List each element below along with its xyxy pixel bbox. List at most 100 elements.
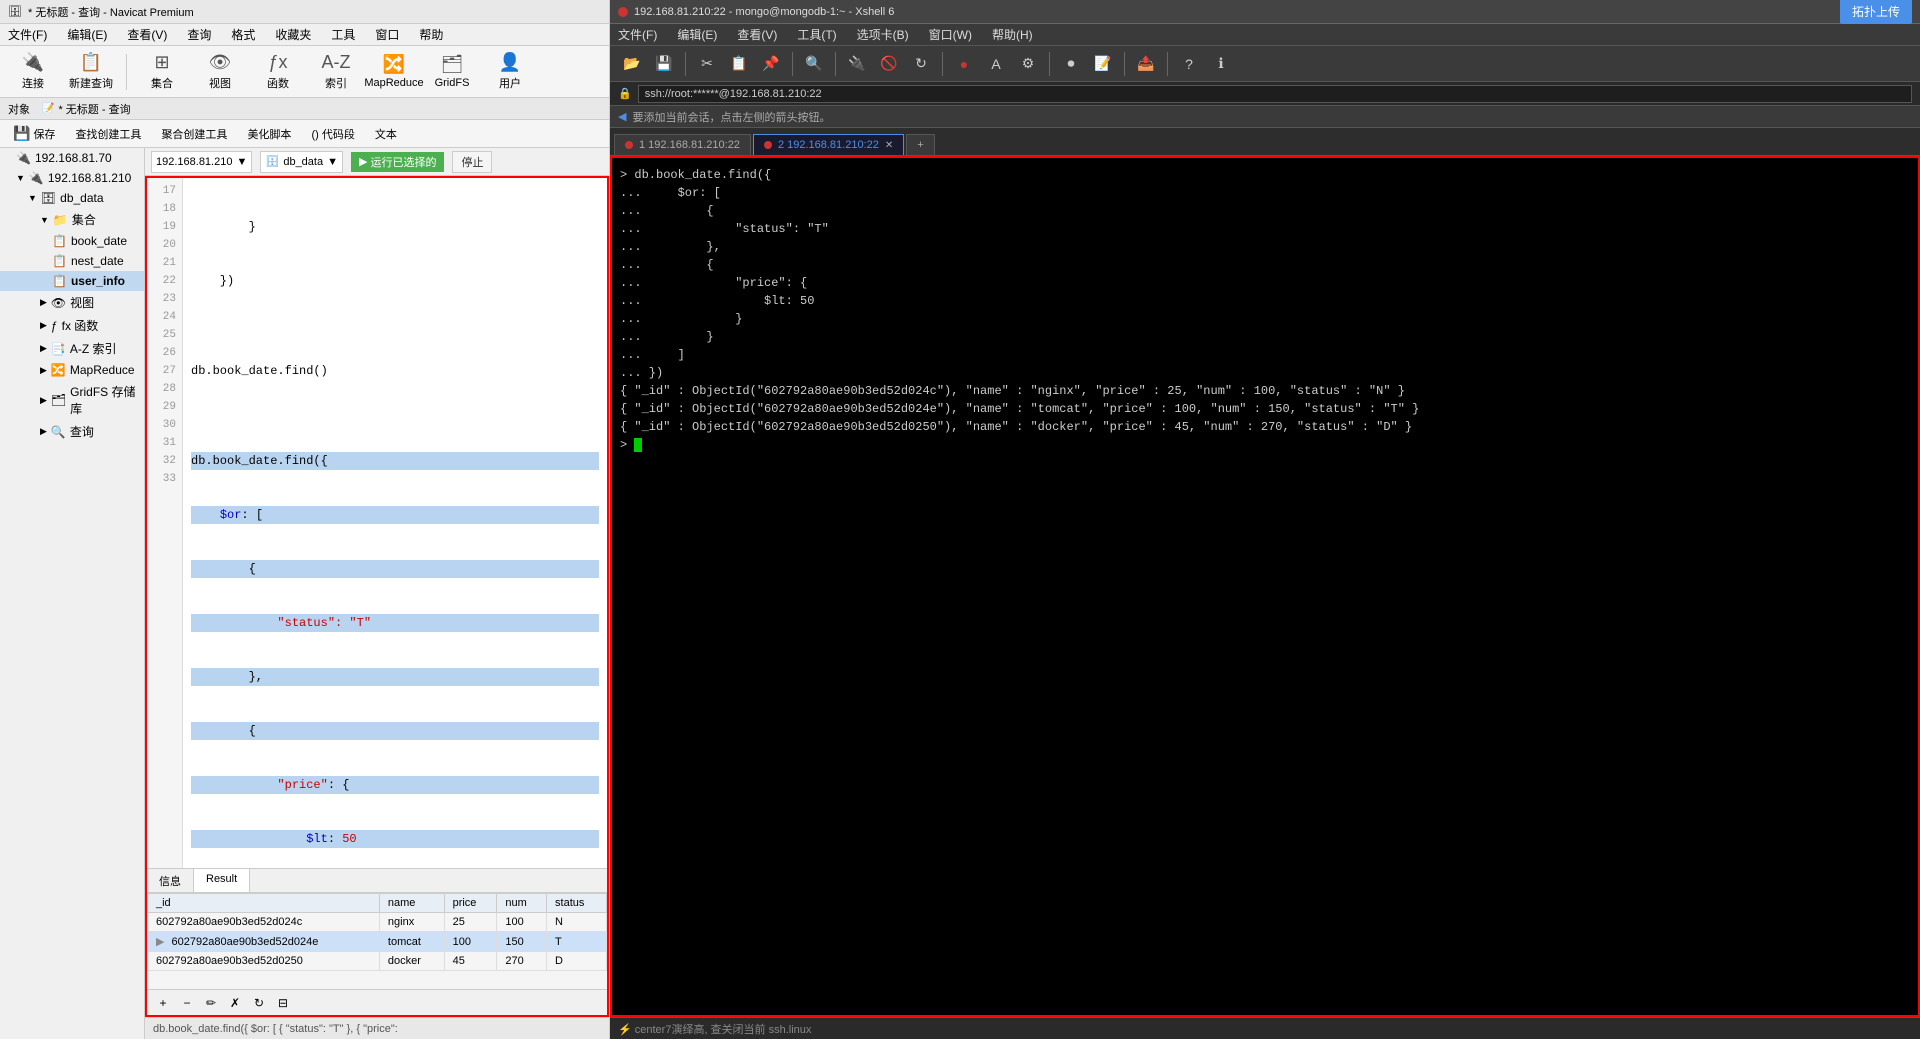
sidebar-item-6[interactable]: 📋 user_info (0, 271, 144, 291)
cell-num-0: 100 (497, 913, 547, 932)
menu-window[interactable]: 窗口 (371, 24, 403, 45)
xshell-tab-1[interactable]: 2 192.168.81.210:22 ✕ (753, 134, 904, 155)
toolbar-gridfs-btn[interactable]: 🗂 GridFS (427, 50, 477, 94)
table-row[interactable]: ▶ 602792a80ae90b3ed52d024e tomcat 100 15… (148, 932, 607, 952)
xshell-disconnect-btn[interactable]: 🚫 (875, 50, 903, 78)
table-row[interactable]: 602792a80ae90b3ed52d0250 docker 45 270 D (148, 952, 607, 971)
sidebar-item-2[interactable]: ▼ 🗄 db_data (0, 188, 144, 208)
xshell-menu-window[interactable]: 窗口(W) (925, 24, 976, 45)
terminal-line: { "_id" : ObjectId("602792a80ae90b3ed52d… (620, 382, 1910, 400)
text-btn[interactable]: 文本 (368, 123, 404, 145)
xshell-terminal[interactable]: > db.book_date.find({... $or: [... {... … (610, 156, 1920, 1017)
stop-button[interactable]: 停止 (452, 151, 492, 173)
xshell-info-btn[interactable]: ℹ (1207, 50, 1235, 78)
menu-tools[interactable]: 工具 (327, 24, 359, 45)
toolbar-view-btn[interactable]: 👁 视图 (195, 50, 245, 94)
code-btn[interactable]: () 代码段 (304, 123, 361, 145)
discard-btn[interactable]: ✗ (225, 993, 245, 1013)
columns-btn[interactable]: ⊟ (273, 993, 293, 1013)
notice-arrow-icon: ◀ (618, 110, 626, 123)
beautify-btn[interactable]: 美化脚本 (240, 123, 298, 145)
sidebar-item-12[interactable]: ▶ 🔍 查询 (0, 420, 144, 443)
xshell-sep-7 (1167, 52, 1168, 76)
sidebar-item-0[interactable]: 🔌 192.168.81.70 (0, 148, 144, 168)
toolbar-connect-btn[interactable]: 🔌 连接 (8, 50, 58, 94)
edit-row-btn[interactable]: ✏ (201, 993, 221, 1013)
xshell-color-btn[interactable]: ● (950, 50, 978, 78)
code-content[interactable]: } }) db.book_date.find() db.book_date.fi… (183, 178, 607, 868)
toolbar-aggregate-btn[interactable]: ⊞ 集合 (137, 50, 187, 94)
menu-help[interactable]: 帮助 (415, 24, 447, 45)
code-line-20: db.book_date.find() (191, 362, 599, 380)
xshell-transfer-btn[interactable]: 📤 (1132, 50, 1160, 78)
add-row-btn[interactable]: + (153, 993, 173, 1013)
sidebar-item-3[interactable]: ▼ 📁 集合 (0, 208, 144, 231)
menu-query[interactable]: 查询 (183, 24, 215, 45)
upload-btn[interactable]: 拓扑上传 (1840, 0, 1912, 24)
menu-edit[interactable]: 编辑(E) (63, 24, 111, 45)
menu-favorites[interactable]: 收藏夹 (271, 24, 315, 45)
sidebar-item-9[interactable]: ▶ 📑 A-Z 索引 (0, 337, 144, 360)
close-tab-icon[interactable]: ✕ (885, 140, 893, 151)
xshell-script-btn[interactable]: 📝 (1089, 50, 1117, 78)
toolbar-new-query-btn[interactable]: 📋 新建查询 (66, 50, 116, 94)
menu-view[interactable]: 查看(V) (123, 24, 171, 45)
xshell-font-btn[interactable]: A (982, 50, 1010, 78)
sidebar-item-1[interactable]: ▼ 🔌 192.168.81.210 (0, 168, 144, 188)
code-line-25: "status": "T" (191, 614, 599, 632)
connection-selector[interactable]: 192.168.81.210 ▼ (151, 151, 252, 173)
toolbar-function-btn[interactable]: ƒx 函数 (253, 50, 303, 94)
xshell-tab-0[interactable]: 1 192.168.81.210:22 (614, 134, 751, 155)
xshell-save-btn[interactable]: 💾 (650, 50, 678, 78)
cell-name-1: tomcat (379, 932, 444, 952)
toolbar-index-btn[interactable]: A-Z 索引 (311, 50, 361, 94)
toolbar-user-btn[interactable]: 👤 用户 (485, 50, 535, 94)
toolbar-mapreduce-btn[interactable]: 🔀 MapReduce (369, 50, 419, 94)
sidebar-item-11[interactable]: ▶ 🗂 GridFS 存储库 (0, 380, 144, 420)
sidebar-item-8[interactable]: ▶ ƒ fx 函数 (0, 314, 144, 337)
xshell-add-tab-btn[interactable]: + (906, 134, 934, 155)
find-replace-btn[interactable]: 查找创建工具 (68, 123, 148, 145)
results-tab-result[interactable]: Result (194, 869, 250, 892)
xshell-copy-btn[interactable]: 📋 (725, 50, 753, 78)
refresh-btn[interactable]: ↻ (249, 993, 269, 1013)
sidebar-item-7[interactable]: ▶ 👁 视图 (0, 291, 144, 314)
sidebar-item-4[interactable]: 📋 book_date (0, 231, 144, 251)
table-row[interactable]: 602792a80ae90b3ed52d024c nginx 25 100 N (148, 913, 607, 932)
xshell-new-btn[interactable]: 📂 (618, 50, 646, 78)
menu-format[interactable]: 格式 (227, 24, 259, 45)
navicat-panel: 🗄 * 无标题 - 查询 - Navicat Premium 文件(F) 编辑(… (0, 0, 610, 1039)
xshell-menu-edit[interactable]: 编辑(E) (673, 24, 721, 45)
xshell-connect-btn[interactable]: 🔌 (843, 50, 871, 78)
folder-icon-12: 🔍 (51, 425, 66, 439)
tab-dot-1 (764, 141, 772, 149)
cell-num-2: 270 (497, 952, 547, 971)
menu-file[interactable]: 文件(F) (4, 24, 51, 45)
xshell-settings-btn[interactable]: ⚙ (1014, 50, 1042, 78)
sidebar-label-3: 集合 (72, 211, 96, 228)
xshell-menu-view[interactable]: 查看(V) (733, 24, 781, 45)
xshell-find-btn[interactable]: 🔍 (800, 50, 828, 78)
save-query-btn[interactable]: 💾 保存 (6, 122, 62, 145)
xshell-address-input[interactable] (638, 85, 1912, 103)
xshell-record-btn[interactable]: ⏺ (1057, 50, 1085, 78)
xshell-cut-btn[interactable]: ✂ (693, 50, 721, 78)
aggregate-tool-btn[interactable]: 聚合创建工具 (154, 123, 234, 145)
sidebar-item-5[interactable]: 📋 nest_date (0, 251, 144, 271)
xshell-menu-tools[interactable]: 工具(T) (793, 24, 840, 45)
database-selector[interactable]: 🗄 db_data ▼ (260, 151, 343, 173)
xshell-help-btn[interactable]: ? (1175, 50, 1203, 78)
xshell-menu-tabs[interactable]: 选项卡(B) (853, 24, 913, 45)
xshell-notice-bar: ◀ 要添加当前会话，点击左侧的箭头按钮。 (610, 106, 1920, 128)
navicat-title-bar: 🗄 * 无标题 - 查询 - Navicat Premium (0, 0, 609, 24)
run-button[interactable]: ▶ 运行已选择的 (351, 152, 444, 172)
sidebar-item-10[interactable]: ▶ 🔀 MapReduce (0, 360, 144, 380)
xshell-menu-file[interactable]: 文件(F) (614, 24, 661, 45)
remove-row-btn[interactable]: − (177, 993, 197, 1013)
xshell-menu-help[interactable]: 帮助(H) (988, 24, 1037, 45)
results-tab-info[interactable]: 信息 (147, 869, 194, 892)
xshell-paste-btn[interactable]: 📌 (757, 50, 785, 78)
sidebar-label-8: fx 函数 (62, 317, 99, 334)
xshell-refresh-btn[interactable]: ↻ (907, 50, 935, 78)
code-editor[interactable]: 17 18 19 20 21 22 23 24 25 26 27 28 (147, 178, 607, 869)
